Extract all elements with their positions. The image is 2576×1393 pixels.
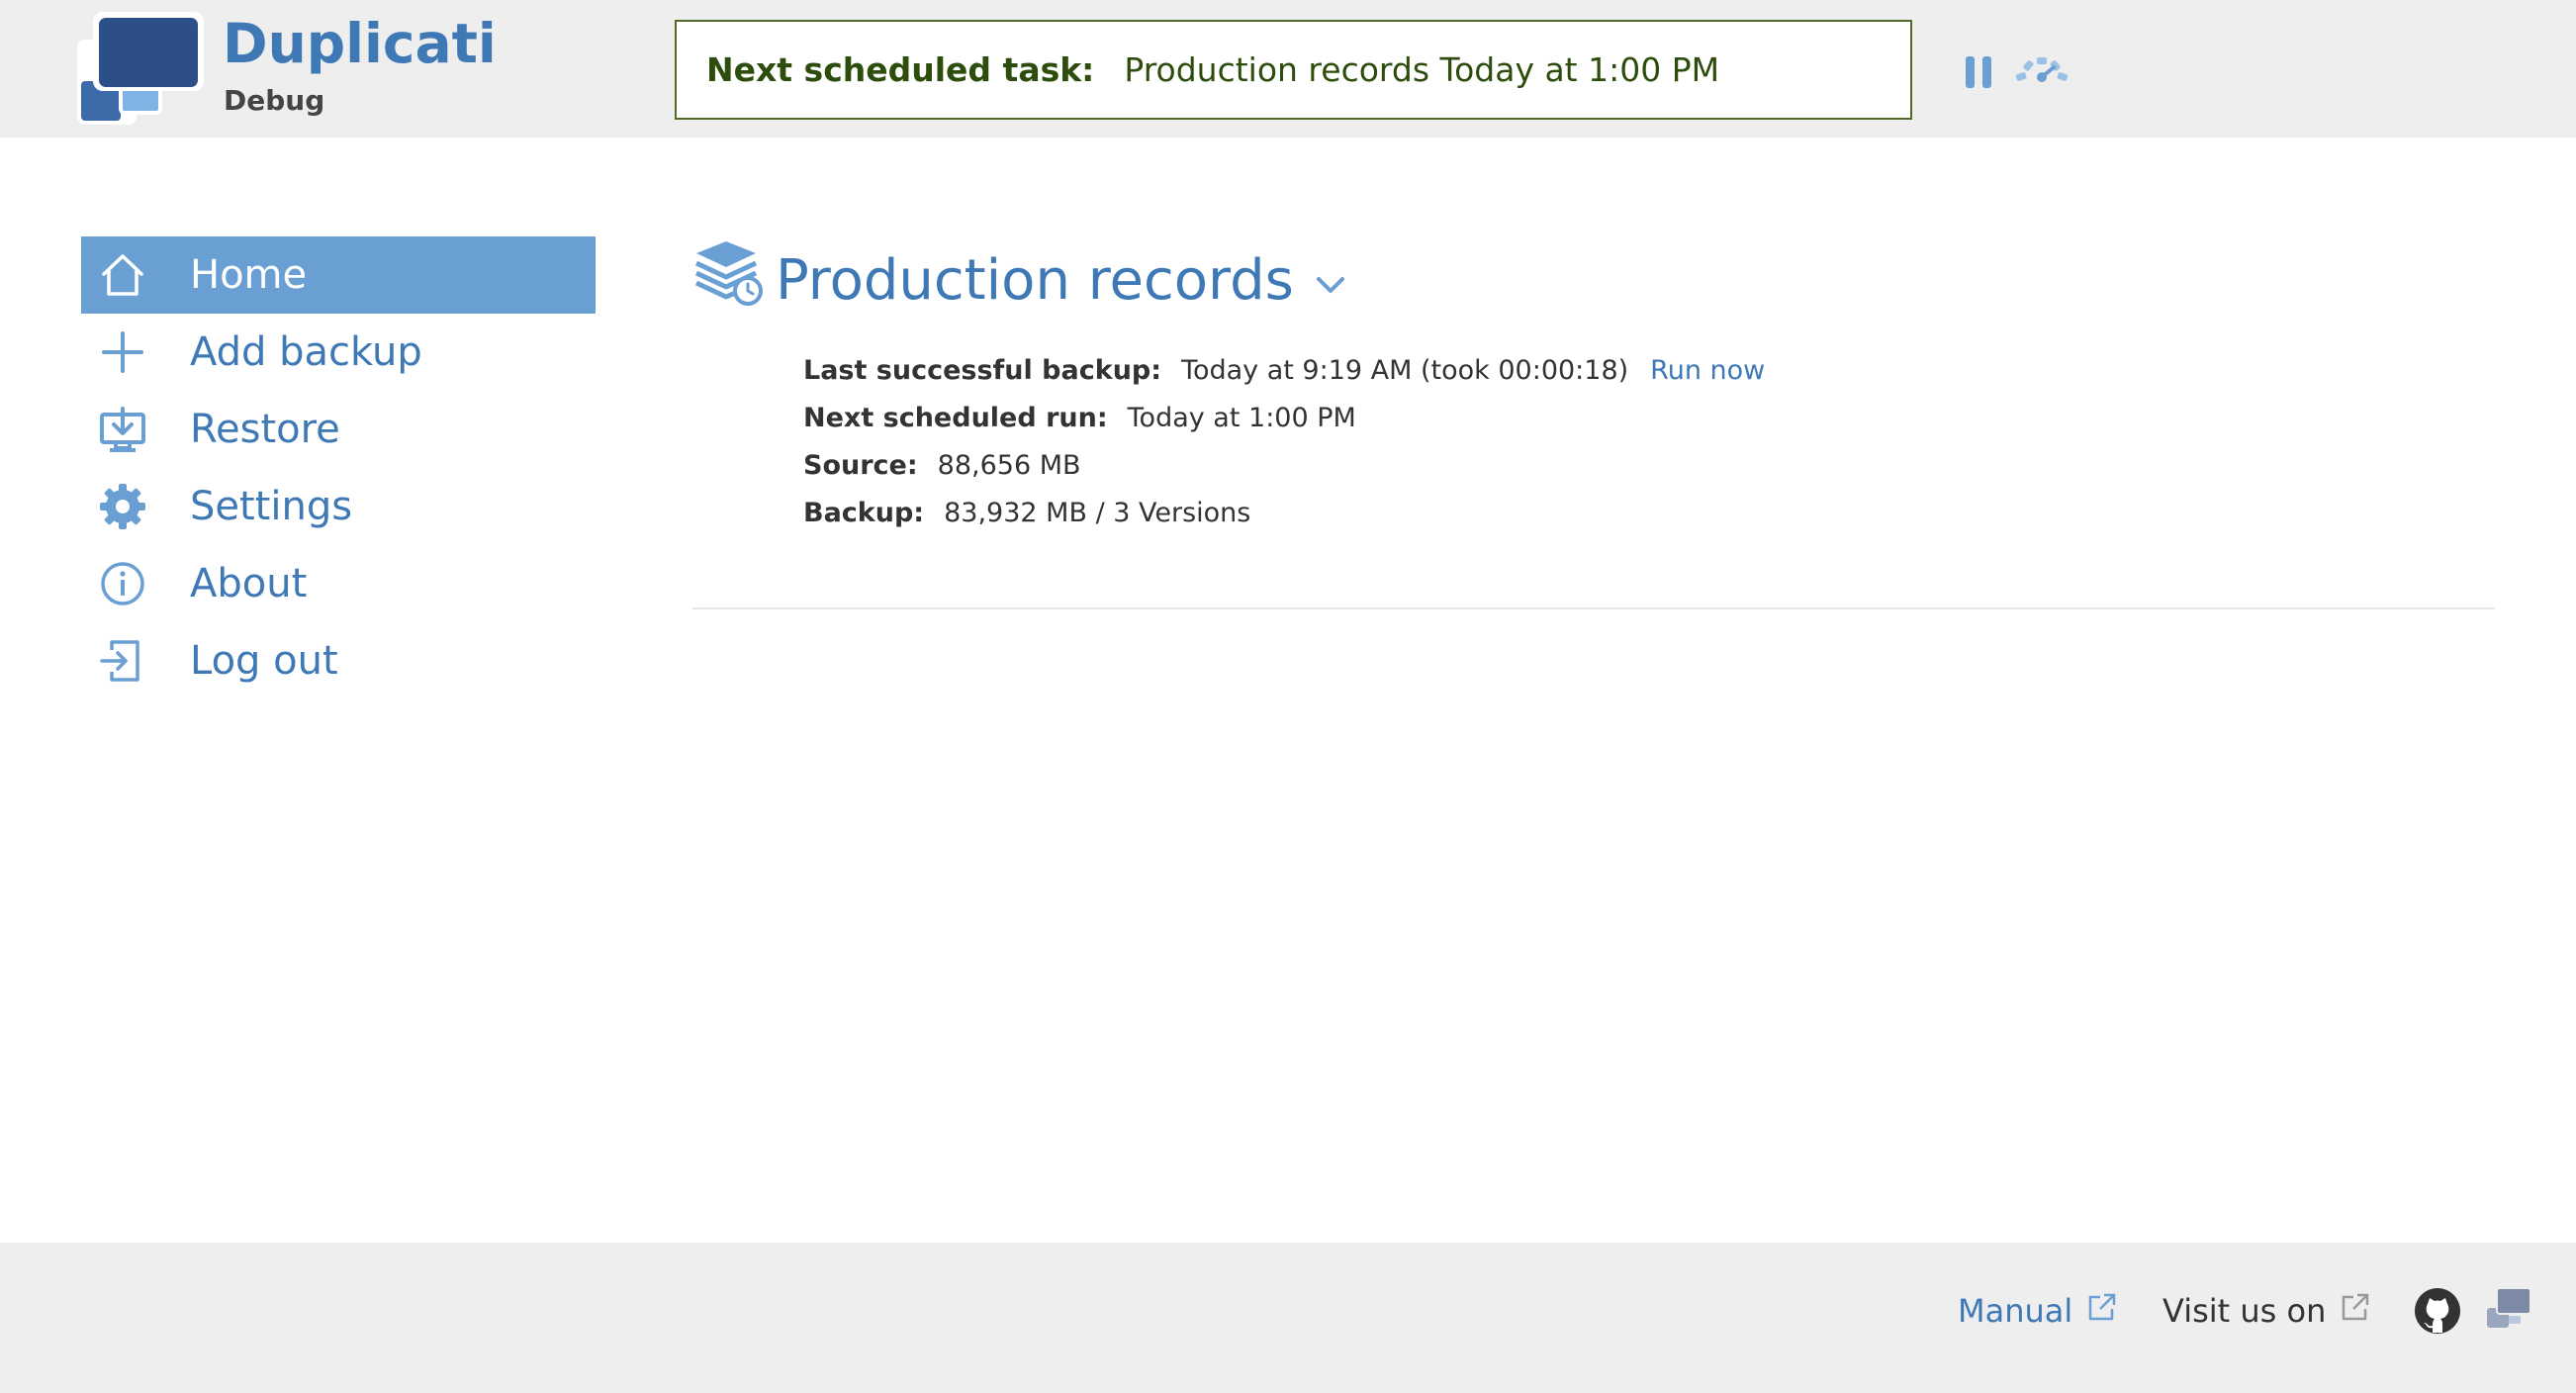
sidebar-item-label: Settings <box>190 484 353 529</box>
chevron-down-icon <box>1316 277 1344 293</box>
backup-size-label: Backup: <box>803 497 925 528</box>
next-scheduled-task-banner: Next scheduled task: Production records … <box>675 20 1912 120</box>
sidebar-menu: Home Add backup Restore Settings About L… <box>81 236 596 699</box>
pause-icon[interactable] <box>1964 54 1993 90</box>
manual-link[interactable]: Manual <box>1958 1286 2118 1336</box>
backup-size-row: Backup: 83,932 MB / 3 Versions <box>803 489 1765 536</box>
brand-subtitle: Debug <box>224 84 325 117</box>
source-row: Source: 88,656 MB <box>803 441 1765 489</box>
external-link-icon <box>2343 1293 2369 1321</box>
sidebar-item-restore[interactable]: Restore <box>81 391 596 468</box>
sidebar-item-label: Restore <box>190 407 340 452</box>
sidebar-item-add-backup[interactable]: Add backup <box>81 314 596 391</box>
next-run-label: Next scheduled run: <box>803 402 1108 433</box>
visit-label: Visit us on <box>2162 1292 2327 1330</box>
next-run-row: Next scheduled run: Today at 1:00 PM <box>803 394 1765 441</box>
gear-icon <box>97 481 148 532</box>
sidebar-item-label: About <box>190 561 308 606</box>
sidebar-item-logout[interactable]: Log out <box>81 622 596 699</box>
source-label: Source: <box>803 449 918 481</box>
brand-name: Duplicati <box>223 12 497 75</box>
next-run-value: Today at 1:00 PM <box>1127 402 1356 433</box>
visit-us-link[interactable]: Visit us on <box>2162 1286 2371 1336</box>
github-icon[interactable] <box>2414 1287 2461 1335</box>
duplicati-logo-icon[interactable] <box>2485 1286 2532 1332</box>
logout-icon <box>97 635 148 687</box>
sidebar-item-settings[interactable]: Settings <box>81 468 596 545</box>
home-icon <box>97 249 148 301</box>
sidebar-item-about[interactable]: About <box>81 545 596 622</box>
backup-title: Production records <box>776 248 1294 313</box>
backup-size-value: 83,932 MB / 3 Versions <box>944 497 1251 528</box>
external-link-icon <box>2089 1293 2116 1321</box>
sidebar-item-home[interactable]: Home <box>81 236 596 314</box>
last-backup-label: Last successful backup: <box>803 354 1162 386</box>
scheduled-task-value: Production records Today at 1:00 PM <box>1124 50 1720 89</box>
last-backup-value: Today at 9:19 AM (took 00:00:18) <box>1181 354 1629 386</box>
throttle-gauge-icon[interactable] <box>2014 55 2070 85</box>
plus-icon <box>97 326 148 378</box>
scheduled-task-label: Next scheduled task: <box>706 50 1095 89</box>
last-backup-row: Last successful backup: Today at 9:19 AM… <box>803 346 1765 394</box>
sidebar-item-label: Log out <box>190 638 338 684</box>
source-value: 88,656 MB <box>937 449 1081 481</box>
info-icon <box>97 558 148 609</box>
sidebar-item-label: Home <box>190 252 308 298</box>
manual-label: Manual <box>1958 1292 2073 1330</box>
restore-icon <box>97 404 148 455</box>
backup-title-dropdown[interactable]: Production records <box>776 245 1345 317</box>
backup-details: Last successful backup: Today at 9:19 AM… <box>803 346 1765 536</box>
divider <box>692 607 2495 609</box>
duplicati-logo-icon <box>77 12 204 125</box>
run-now-link[interactable]: Run now <box>1650 355 1765 386</box>
sidebar-item-label: Add backup <box>190 329 422 375</box>
database-icon <box>694 241 763 306</box>
